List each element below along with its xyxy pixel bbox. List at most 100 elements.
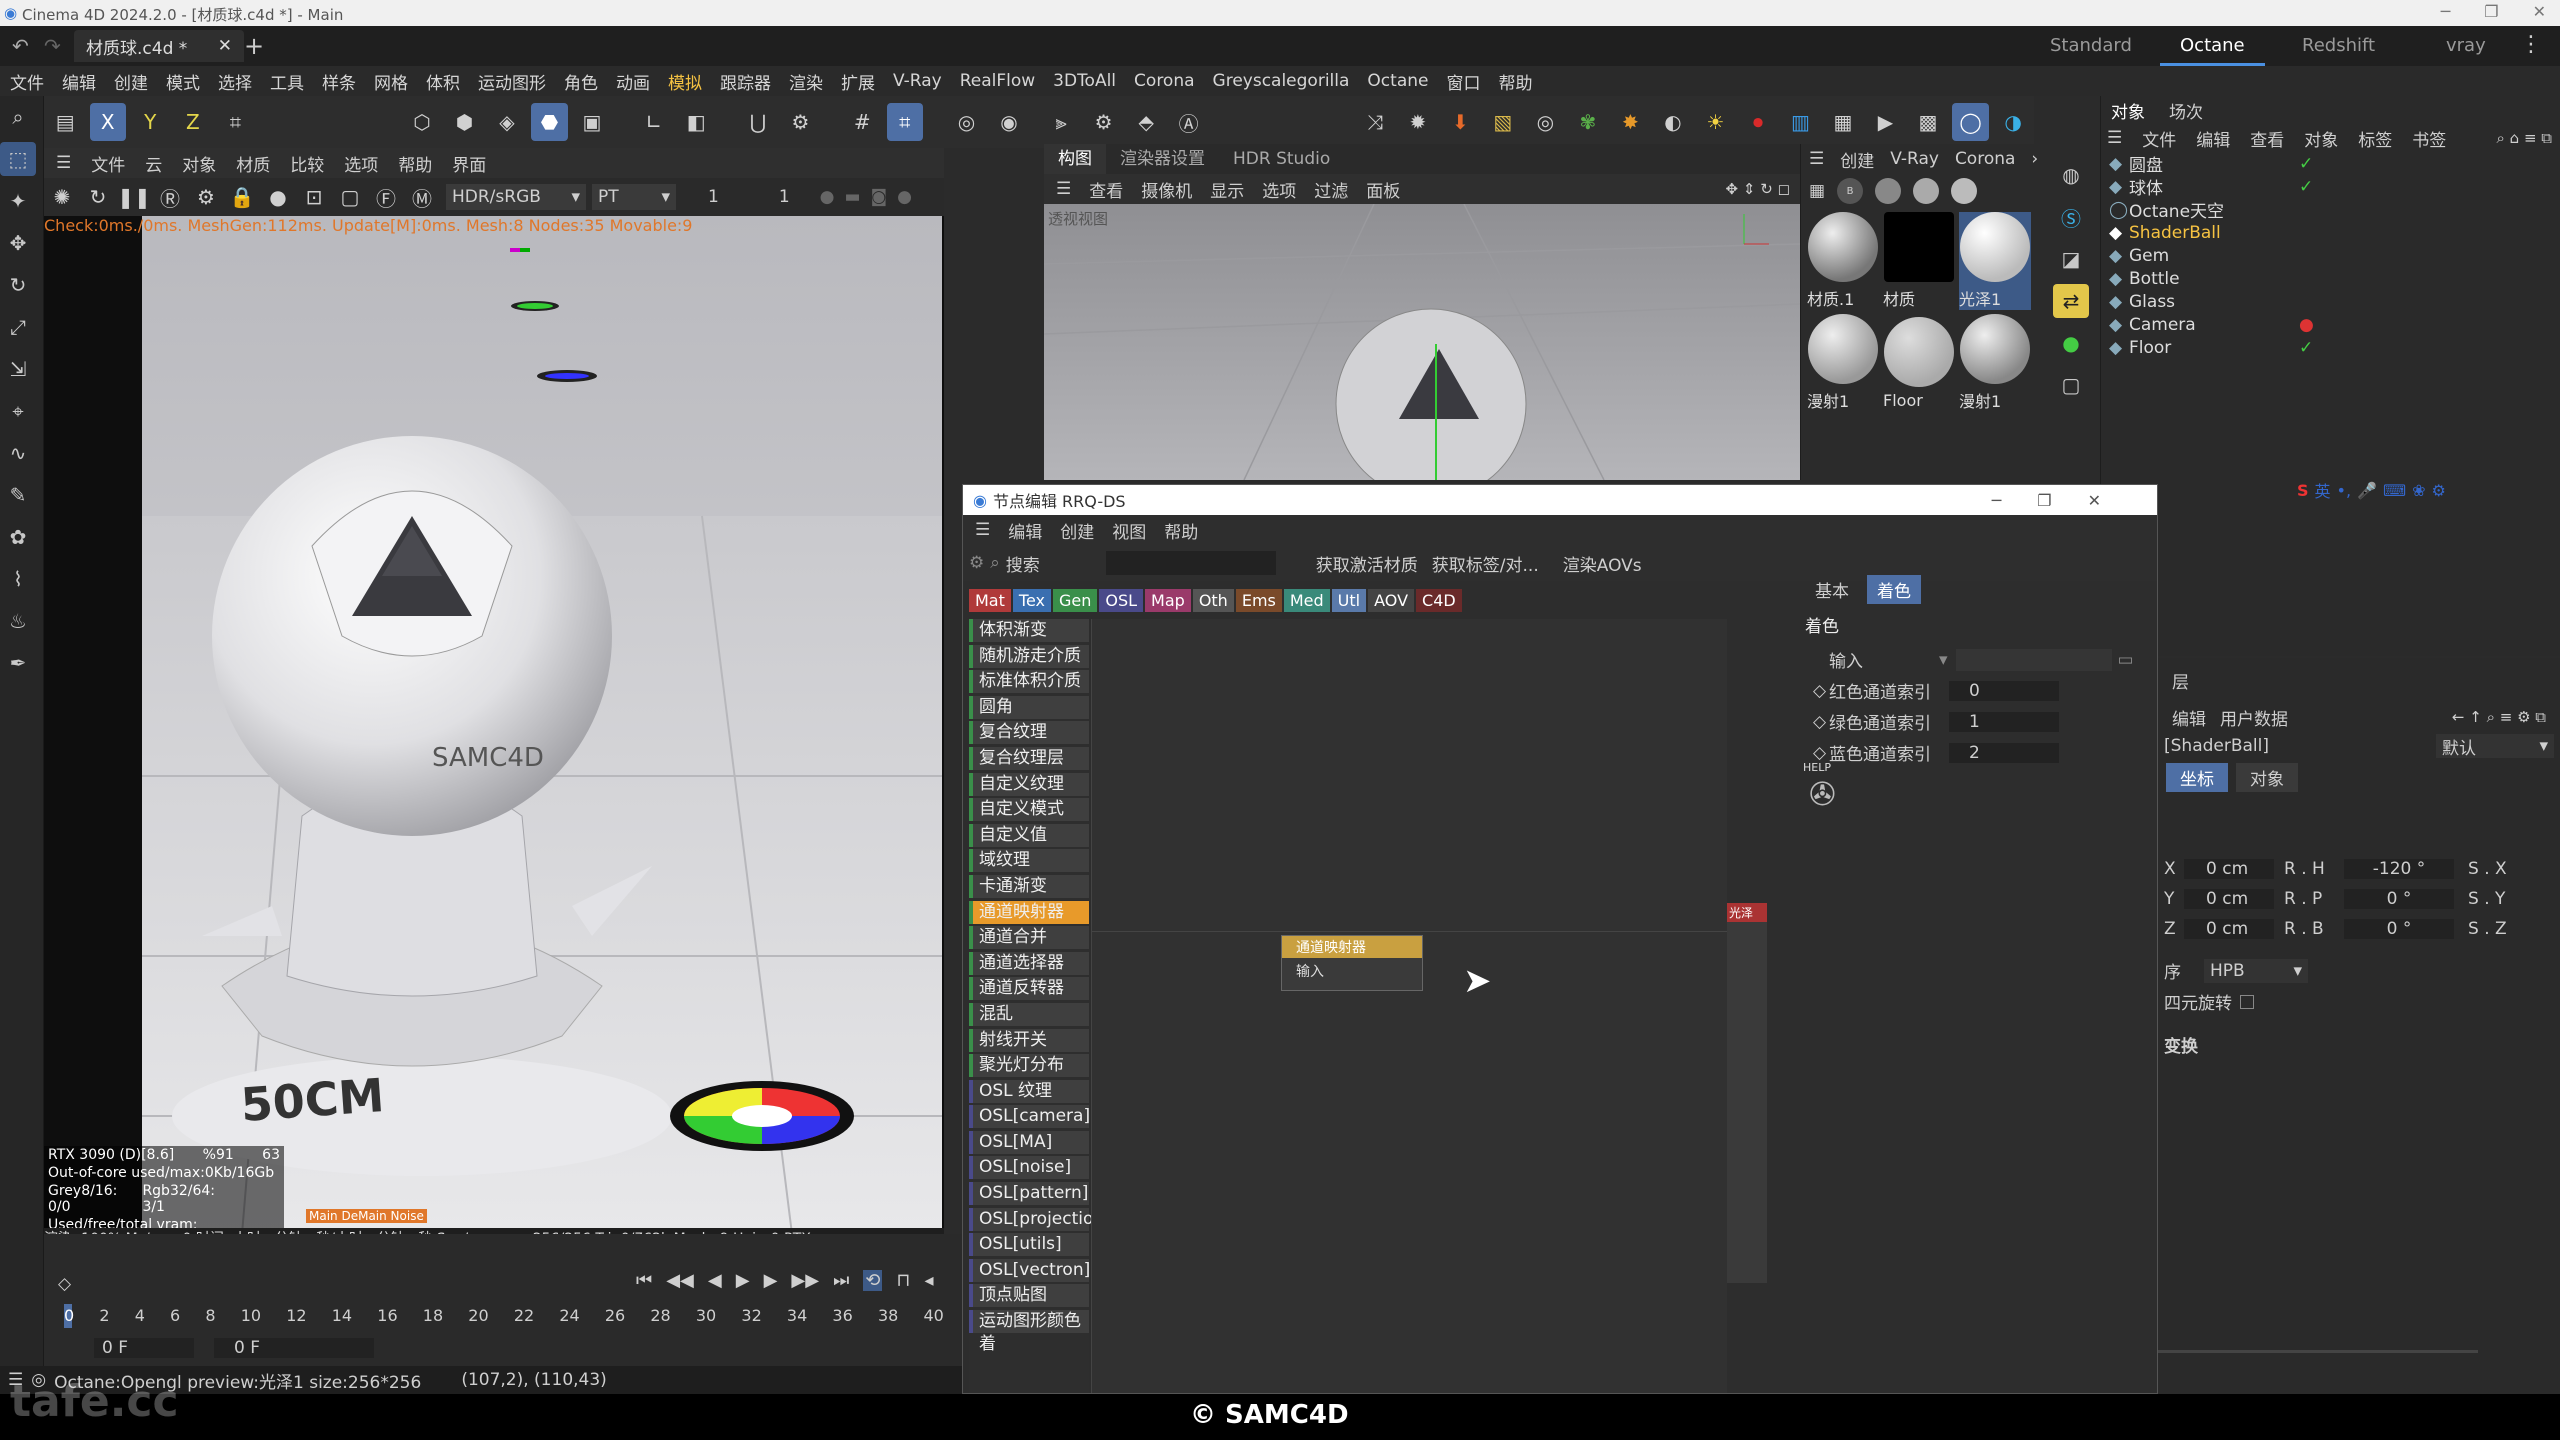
lock-icon[interactable]: 🔒 bbox=[227, 178, 257, 216]
material-item[interactable]: Floor bbox=[1883, 316, 1955, 410]
toggle-icon[interactable]: ▤ bbox=[47, 103, 84, 141]
menu-greyscalegorilla[interactable]: Greyscalegorilla bbox=[1213, 71, 1350, 91]
close-tab-icon[interactable]: ✕ bbox=[218, 36, 232, 56]
object-row-selected[interactable]: ◆ ShaderBall bbox=[2101, 221, 2560, 244]
prev-key-icon[interactable]: ◀◀ bbox=[666, 1270, 694, 1291]
render-viewport[interactable]: SAMC4D 50CM Check:0ms./0ms. MeshGen:112m… bbox=[44, 216, 944, 1234]
menu-file[interactable]: 文件 bbox=[10, 69, 44, 94]
node-list-item[interactable]: 自定义纹理 bbox=[969, 772, 1089, 796]
gear-sun-icon[interactable]: ✹ bbox=[1400, 103, 1437, 141]
new-tab-icon[interactable]: + bbox=[244, 32, 264, 60]
node-list-item[interactable]: 自定义值 bbox=[969, 823, 1089, 847]
ime-logo-icon[interactable]: S bbox=[2297, 481, 2309, 500]
search-icon[interactable]: ⌕ bbox=[990, 553, 1000, 573]
render-play-icon[interactable]: ▶ bbox=[1867, 103, 1904, 141]
grid-view-icon[interactable]: ▦ bbox=[1809, 181, 1825, 201]
rotation-order-select[interactable]: HPB ▾ bbox=[2204, 958, 2308, 983]
material-item[interactable]: 漫射1 bbox=[1959, 314, 2031, 412]
keyframe-icon[interactable]: ◇ bbox=[1813, 681, 1829, 701]
octane-icon[interactable]: ◯ bbox=[1952, 103, 1989, 141]
symmetry-icon[interactable]: ⫸ bbox=[1043, 103, 1080, 141]
object-row[interactable]: ◆ 球体 ✓ bbox=[2101, 175, 2560, 200]
ime-keyboard-icon[interactable]: ⌨ bbox=[2383, 481, 2406, 500]
node-list-item[interactable]: 域纹理 bbox=[969, 849, 1089, 873]
node-list-item[interactable]: 通道反转器 bbox=[969, 977, 1089, 1001]
cat-utl[interactable]: Utl bbox=[1331, 589, 1367, 612]
knife-icon[interactable]: ✎ bbox=[0, 478, 36, 512]
ime-punct-icon[interactable]: •, bbox=[2337, 481, 2352, 500]
keyframe-icon[interactable]: ◇ bbox=[1813, 712, 1829, 732]
points-mode-icon[interactable]: ⬡ bbox=[404, 103, 441, 141]
obj-menu-tags[interactable]: 标签 bbox=[2358, 126, 2392, 151]
goto-start-icon[interactable]: ⏮ bbox=[636, 1270, 652, 1291]
visible-check-icon[interactable]: ✓ bbox=[2299, 338, 2313, 358]
hamburger-icon[interactable]: ☰ bbox=[56, 153, 71, 173]
goto-end-icon[interactable]: ⏭ bbox=[833, 1270, 849, 1291]
more-icon[interactable]: ⋮ bbox=[2520, 32, 2542, 57]
rot-h-field[interactable]: -120 ° bbox=[2344, 859, 2454, 879]
node-list-item[interactable]: OSL[utils] bbox=[969, 1233, 1089, 1257]
transform-tool-icon[interactable]: ⌖ bbox=[0, 394, 36, 428]
minimize-icon[interactable]: ─ bbox=[2441, 2, 2451, 21]
camera-icon[interactable]: ◙ bbox=[871, 187, 888, 207]
filter-icon[interactable]: Ⓕ bbox=[371, 178, 401, 216]
material-item[interactable]: 材质.1 bbox=[1807, 212, 1879, 310]
rot-b-field[interactable]: 0 ° bbox=[2344, 919, 2454, 939]
search-icon[interactable]: ⌕ bbox=[0, 100, 36, 134]
lv-menu-file[interactable]: 文件 bbox=[91, 151, 125, 176]
scale-tool-icon[interactable]: ⤢ bbox=[0, 310, 36, 344]
object-row[interactable]: ◯ Octane天空 bbox=[2101, 198, 2560, 223]
start-frame-field[interactable]: 0 F bbox=[214, 1338, 374, 1358]
square-icon[interactable]: ▢ bbox=[2053, 368, 2089, 402]
layout-tab-redshift[interactable]: Redshift bbox=[2282, 26, 2395, 66]
menu-vray[interactable]: V-Ray bbox=[893, 71, 942, 91]
chevron-down-icon[interactable]: ▾ bbox=[1939, 650, 1948, 670]
help-icon[interactable]: ✇ bbox=[1809, 775, 1836, 813]
cat-osl[interactable]: OSL bbox=[1099, 589, 1144, 612]
lv-menu-material[interactable]: 材质 bbox=[236, 151, 270, 176]
paint-icon[interactable]: ✿ bbox=[0, 520, 36, 554]
redo-icon[interactable]: ↷ bbox=[44, 34, 61, 58]
prev-frame-icon[interactable]: ◀ bbox=[708, 1270, 722, 1291]
ne-window-controls[interactable]: ─❐✕ bbox=[1992, 491, 2137, 510]
move-tool-icon[interactable]: ✥ bbox=[0, 226, 36, 260]
vp-menu-filter[interactable]: 过滤 bbox=[1314, 177, 1348, 202]
prop-tab-basic[interactable]: 基本 bbox=[1805, 575, 1859, 604]
spline-pen-icon[interactable]: ✒ bbox=[0, 646, 36, 680]
sculpt-icon[interactable]: ♨ bbox=[0, 604, 36, 638]
obj-menu-object[interactable]: 对象 bbox=[2304, 126, 2338, 151]
kernel-select[interactable]: PT ▾ bbox=[592, 184, 676, 210]
autokey-icon[interactable]: Ⓐ bbox=[1170, 103, 1207, 141]
octane-live-icon[interactable]: ⬘ bbox=[1128, 103, 1165, 141]
get-active-material-button[interactable]: 获取激活材质 bbox=[1316, 551, 1418, 576]
workplane-icon[interactable]: ∟ bbox=[635, 103, 672, 141]
polygons-mode-icon[interactable]: ◈ bbox=[489, 103, 526, 141]
cat-ems[interactable]: Ems bbox=[1235, 589, 1282, 612]
cat-mat[interactable]: Mat bbox=[969, 589, 1011, 612]
quaternion-checkbox[interactable] bbox=[2240, 994, 2254, 1009]
attr-nav-icons[interactable]: ← ↑ ⌕ ≡ ⚙ ⧉ bbox=[2452, 708, 2546, 726]
menu-create[interactable]: 创建 bbox=[114, 69, 148, 94]
search-icon[interactable]: ⌕ ⌂ ≡ ⧉ bbox=[2496, 129, 2552, 147]
symmetry-settings-icon[interactable]: ⚙ bbox=[1085, 103, 1122, 141]
node-list-item[interactable]: OSL[camera] bbox=[969, 1105, 1090, 1129]
node-list-item[interactable]: 通道合并 bbox=[969, 926, 1089, 950]
half-sphere-icon[interactable]: ◑ bbox=[1995, 103, 2032, 141]
menu-animate[interactable]: 动画 bbox=[616, 69, 650, 94]
select-tool-icon[interactable]: ⬚ bbox=[0, 142, 36, 176]
play-icon[interactable]: ▶ bbox=[736, 1270, 750, 1291]
menu-render[interactable]: 渲染 bbox=[789, 69, 823, 94]
attr-scrollbar[interactable] bbox=[2158, 1350, 2478, 1353]
vp-menu-panel[interactable]: 面板 bbox=[1366, 177, 1400, 202]
uv-mode-icon[interactable]: ▣ bbox=[574, 103, 611, 141]
tree-icon[interactable]: ✾ bbox=[1570, 103, 1607, 141]
menu-octane[interactable]: Octane bbox=[1367, 71, 1428, 91]
gear-icon[interactable]: ⚙ bbox=[969, 553, 984, 573]
octane-logo-icon[interactable]: Ⓢ bbox=[2053, 200, 2089, 234]
trash-icon[interactable]: ▥ bbox=[1782, 103, 1819, 141]
material-item[interactable]: 材质 bbox=[1883, 212, 1955, 310]
render-queue-icon[interactable]: ▩ bbox=[1910, 103, 1947, 141]
restart-icon[interactable]: ↻ bbox=[83, 178, 113, 216]
menu-help[interactable]: 帮助 bbox=[1498, 69, 1532, 94]
ne-menu-edit[interactable]: 编辑 bbox=[1008, 518, 1042, 543]
